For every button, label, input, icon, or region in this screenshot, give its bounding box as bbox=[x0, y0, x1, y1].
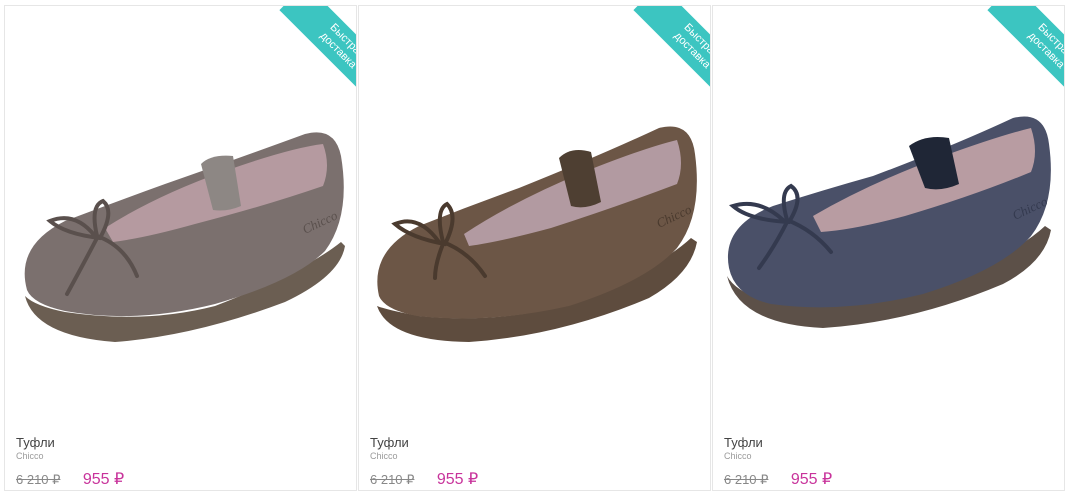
fast-delivery-badge: Быстрая доставка bbox=[974, 6, 1064, 96]
product-card[interactable]: Chicco Быстрая доставка Туфли Chicco 6 2… bbox=[4, 5, 357, 491]
price-row: 6 210 ₽ 955 ₽ bbox=[724, 469, 832, 489]
product-title[interactable]: Туфли bbox=[16, 436, 124, 450]
sale-price: 955 ₽ bbox=[436, 471, 479, 488]
product-info: Туфли Chicco 6 210 ₽ 955 ₽ bbox=[16, 436, 124, 489]
price-row: 6 210 ₽ 955 ₽ bbox=[370, 469, 478, 489]
product-info: Туфли Chicco 6 210 ₽ 955 ₽ bbox=[370, 436, 478, 489]
fast-delivery-badge: Быстрая доставка bbox=[620, 6, 710, 96]
old-price: 6 210 ₽ bbox=[370, 472, 415, 487]
product-card[interactable]: Chicco Быстрая доставка Туфли Chicco 6 2… bbox=[358, 5, 711, 491]
product-grid: Chicco Быстрая доставка Туфли Chicco 6 2… bbox=[4, 5, 1066, 492]
old-price: 6 210 ₽ bbox=[16, 472, 61, 487]
product-brand: Chicco bbox=[16, 451, 44, 461]
product-brand: Chicco bbox=[724, 451, 752, 461]
price-row: 6 210 ₽ 955 ₽ bbox=[16, 469, 124, 489]
sale-price: 955 ₽ bbox=[790, 471, 833, 488]
product-card[interactable]: Chicco Быстрая доставка Туфли Chicco 6 2… bbox=[712, 5, 1065, 491]
sale-price: 955 ₽ bbox=[82, 471, 125, 488]
product-info: Туфли Chicco 6 210 ₽ 955 ₽ bbox=[724, 436, 832, 489]
old-price: 6 210 ₽ bbox=[724, 472, 769, 487]
product-title[interactable]: Туфли bbox=[724, 436, 832, 450]
product-brand: Chicco bbox=[370, 451, 398, 461]
product-title[interactable]: Туфли bbox=[370, 436, 478, 450]
fast-delivery-badge: Быстрая доставка bbox=[266, 6, 356, 96]
